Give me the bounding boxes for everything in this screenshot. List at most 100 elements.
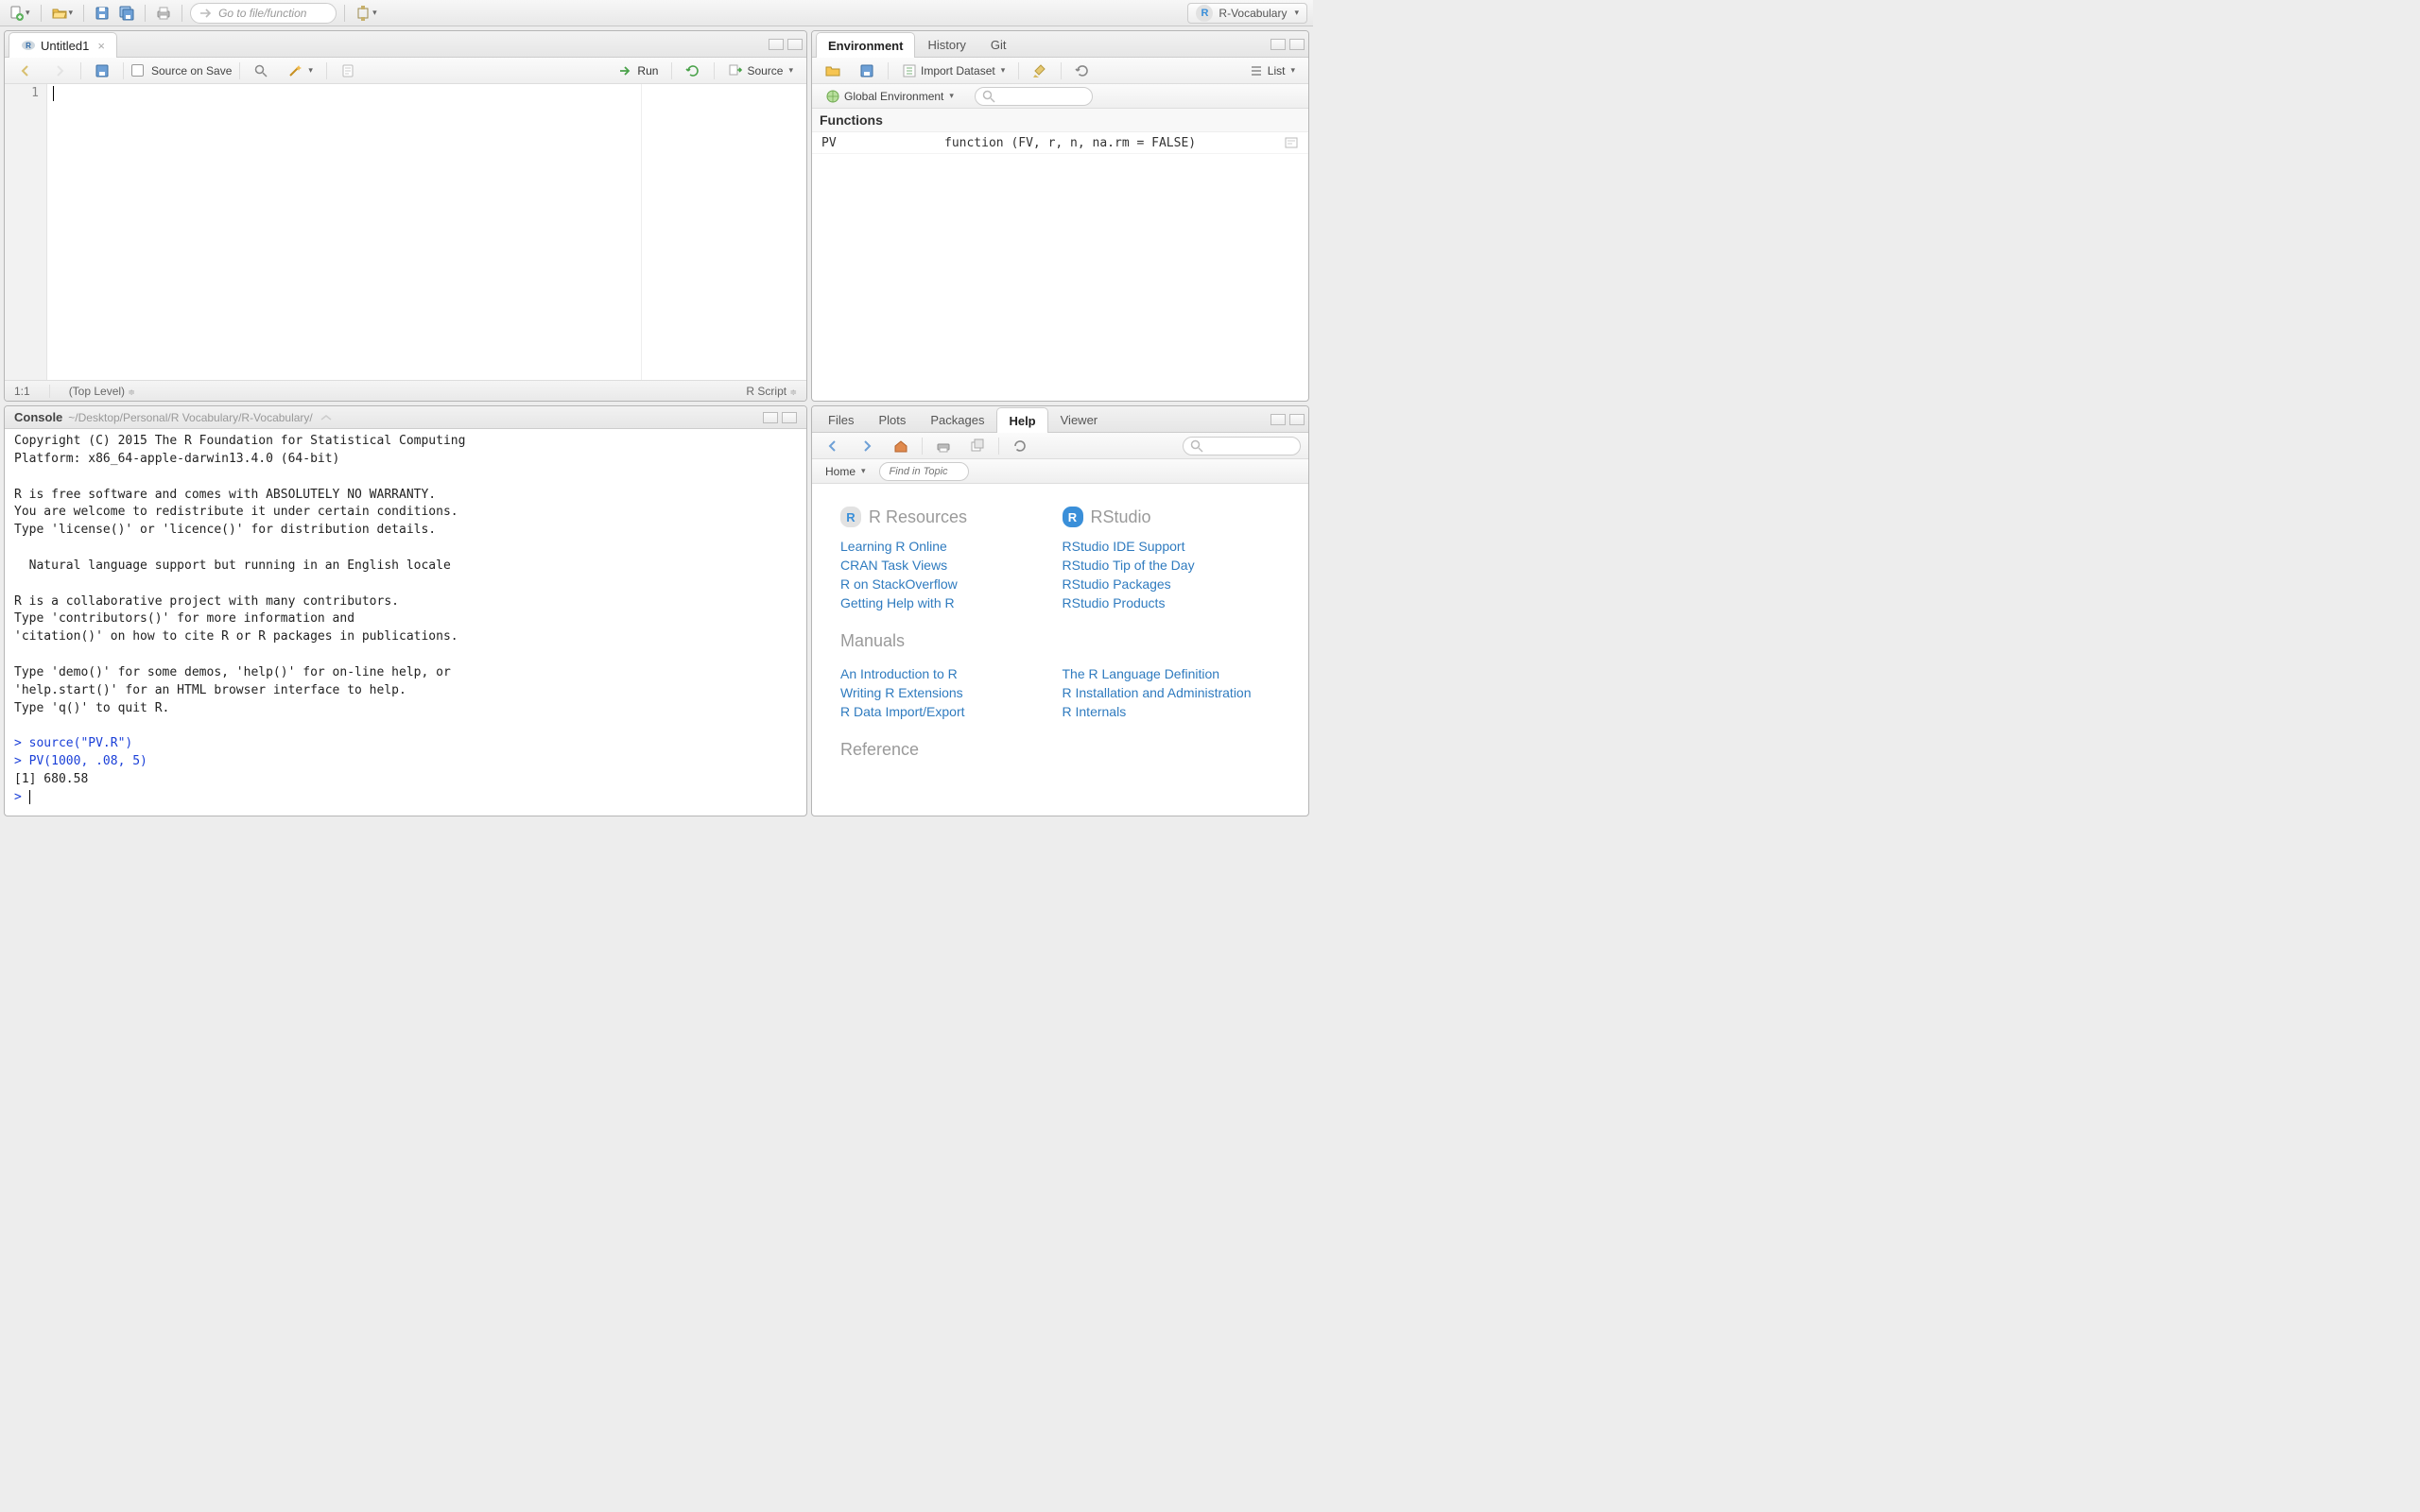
help-fwd-button[interactable] [854, 436, 880, 456]
source-btn-label: Source [747, 64, 783, 77]
open-folder-button[interactable]: ▾ [49, 3, 77, 24]
console-header: Console ~/Desktop/Personal/R Vocabulary/… [5, 406, 806, 429]
maximize-pane-button[interactable] [1289, 414, 1305, 425]
print-margin-line [641, 84, 642, 380]
link-ide-support[interactable]: RStudio IDE Support [1063, 539, 1281, 554]
goto-placeholder-text: Go to file/function [218, 7, 306, 20]
refresh-button[interactable] [1069, 60, 1096, 81]
notebook-button[interactable] [335, 60, 361, 81]
home-icon [893, 438, 908, 454]
scope-indicator[interactable]: (Top Level) ≑ [69, 385, 135, 398]
find-button[interactable] [248, 60, 274, 81]
maximize-pane-button[interactable] [782, 412, 797, 423]
console-title: Console [14, 410, 62, 424]
file-type-indicator[interactable]: R Script ≑ [746, 385, 797, 398]
env-item-value: function (FV, r, n, na.rm = FALSE) [944, 136, 1284, 150]
link-tip-of-day[interactable]: RStudio Tip of the Day [1063, 558, 1281, 573]
refresh-icon [1012, 438, 1028, 454]
link-rstudio-packages[interactable]: RStudio Packages [1063, 576, 1281, 592]
help-refresh-button[interactable] [1007, 436, 1033, 456]
find-in-topic-input[interactable] [879, 462, 969, 481]
tab-plots[interactable]: Plots [866, 406, 918, 432]
import-dataset-button[interactable]: Import Dataset▾ [896, 60, 1011, 81]
rerun-button[interactable] [680, 60, 706, 81]
link-rstudio-products[interactable]: RStudio Products [1063, 595, 1281, 610]
minimize-pane-button[interactable] [763, 412, 778, 423]
env-item-pv[interactable]: PV function (FV, r, n, na.rm = FALSE) [812, 132, 1308, 154]
goto-file-function-input[interactable]: Go to file/function [190, 3, 337, 24]
code-editor[interactable]: 1 [5, 84, 806, 380]
run-button[interactable]: Run [613, 60, 664, 81]
help-breadcrumb-bar: Home ▾ [812, 459, 1308, 484]
addins-button[interactable]: ▾ [353, 3, 380, 24]
tab-packages[interactable]: Packages [918, 406, 996, 432]
minimize-pane-button[interactable] [1270, 414, 1286, 425]
close-tab-icon[interactable]: × [97, 39, 105, 53]
heading-r-resources: R R Resources [840, 507, 1059, 527]
notebook-icon [340, 63, 355, 78]
link-intro-to-r[interactable]: An Introduction to R [840, 666, 1059, 681]
maximize-pane-button[interactable] [1289, 39, 1305, 50]
minimize-pane-button[interactable] [769, 39, 784, 50]
help-breadcrumb-home[interactable]: Home ▾ [820, 461, 872, 482]
clear-env-button[interactable] [1027, 60, 1053, 81]
view-mode-button[interactable]: List▾ [1243, 60, 1301, 81]
r-logo-icon: R [840, 507, 861, 527]
link-r-internals[interactable]: R Internals [1063, 704, 1281, 719]
help-popup-button[interactable] [964, 436, 991, 456]
source-tab-untitled[interactable]: R Untitled1 × [9, 32, 117, 58]
tab-git[interactable]: Git [978, 31, 1019, 57]
maximize-pane-button[interactable] [787, 39, 803, 50]
tab-viewer[interactable]: Viewer [1048, 406, 1111, 432]
help-print-button[interactable] [930, 436, 957, 456]
tab-help[interactable]: Help [996, 407, 1047, 433]
load-workspace-button[interactable] [820, 60, 846, 81]
globe-icon [825, 89, 840, 104]
save-file-button[interactable] [89, 60, 115, 81]
link-getting-help-r[interactable]: Getting Help with R [840, 595, 1059, 610]
tab-history[interactable]: History [915, 31, 977, 57]
source-button[interactable]: Source ▾ [722, 60, 799, 81]
environment-pane: Environment History Git Import Dataset▾ [811, 30, 1309, 402]
help-back-button[interactable] [820, 436, 846, 456]
source-on-save-checkbox[interactable] [131, 64, 144, 77]
heading-manuals: Manuals [840, 631, 1280, 651]
project-switcher[interactable]: R R-Vocabulary ▾ [1187, 3, 1307, 24]
console-output[interactable]: Copyright (C) 2015 The R Foundation for … [5, 429, 806, 816]
wand-button[interactable]: ▾ [282, 60, 319, 81]
wand-icon [287, 63, 302, 78]
print-button[interactable] [153, 3, 174, 24]
arrow-left-icon [825, 438, 840, 454]
cursor-position: 1:1 [14, 385, 30, 398]
save-button[interactable] [92, 3, 112, 24]
nav-fwd-button[interactable] [46, 60, 73, 81]
link-lang-def[interactable]: The R Language Definition [1063, 666, 1281, 681]
heading-rstudio: R RStudio [1063, 507, 1281, 527]
env-scope-selector[interactable]: Global Environment▾ [820, 86, 959, 107]
console-cmd-2: > PV(1000, .08, 5) [14, 754, 147, 768]
save-workspace-button[interactable] [854, 60, 880, 81]
link-r-stackoverflow[interactable]: R on StackOverflow [840, 576, 1059, 592]
env-search-input[interactable] [975, 87, 1093, 106]
save-all-button[interactable] [116, 3, 137, 24]
editor-gutter: 1 [5, 84, 47, 380]
link-data-import[interactable]: R Data Import/Export [840, 704, 1059, 719]
help-search-input[interactable] [1183, 437, 1301, 455]
source-status-bar: 1:1 (Top Level) ≑ R Script ≑ [5, 380, 806, 401]
view-function-icon[interactable] [1284, 135, 1299, 150]
tab-files[interactable]: Files [816, 406, 866, 432]
console-output-1: [1] 680.58 [14, 772, 88, 786]
help-home-button[interactable] [888, 436, 914, 456]
console-path-arrow-icon[interactable] [319, 410, 334, 425]
nav-back-button[interactable] [12, 60, 39, 81]
minimize-pane-button[interactable] [1270, 39, 1286, 50]
source-tab-label: Untitled1 [41, 39, 89, 53]
environment-toolbar: Import Dataset▾ List▾ [812, 58, 1308, 84]
link-writing-ext[interactable]: Writing R Extensions [840, 685, 1059, 700]
link-cran-task-views[interactable]: CRAN Task Views [840, 558, 1059, 573]
link-install-admin[interactable]: R Installation and Administration [1063, 685, 1281, 700]
broom-icon [1032, 63, 1047, 78]
tab-environment[interactable]: Environment [816, 32, 915, 58]
new-file-button[interactable]: ▾ [6, 3, 33, 24]
link-learning-r[interactable]: Learning R Online [840, 539, 1059, 554]
